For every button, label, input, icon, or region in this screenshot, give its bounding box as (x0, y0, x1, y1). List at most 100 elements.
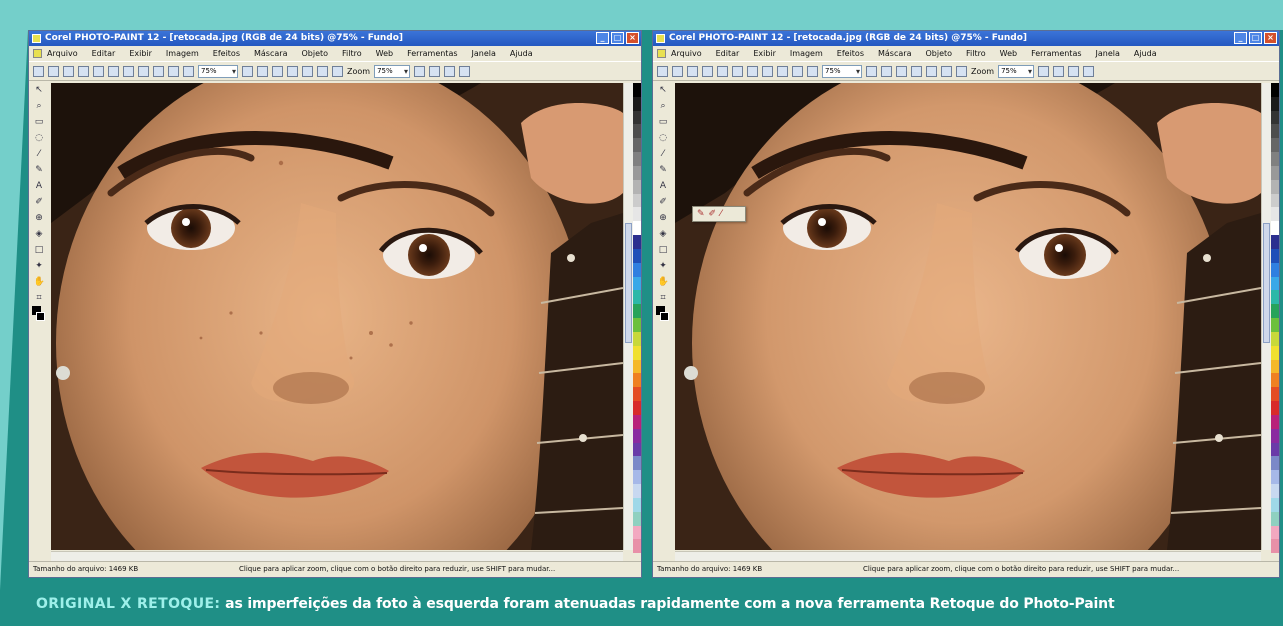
fill-icon[interactable] (332, 65, 343, 77)
grid-icon[interactable] (317, 65, 328, 77)
palette-swatch[interactable] (1271, 456, 1279, 471)
zoom-fit-icon[interactable] (444, 65, 456, 77)
maximize-icon[interactable]: □ (1249, 32, 1262, 44)
minimize-icon[interactable]: _ (596, 32, 609, 44)
menu-mascara[interactable]: Máscara (254, 46, 287, 61)
open-icon[interactable] (48, 65, 59, 77)
object-icon[interactable] (287, 65, 298, 77)
menu-imagem[interactable]: Imagem (166, 46, 199, 61)
palette-swatch[interactable] (1271, 387, 1279, 402)
color-swatches[interactable] (656, 306, 670, 326)
save-icon[interactable] (687, 65, 698, 77)
pick-tool-icon[interactable]: ↖ (658, 85, 669, 96)
smear-tool-icon[interactable]: ✎ (697, 208, 705, 220)
zoom-tool-icon[interactable]: ⌕ (34, 101, 45, 112)
palette-swatch[interactable] (1271, 525, 1279, 540)
effect-tool-icon[interactable]: ✦ (34, 261, 45, 272)
palette-swatch[interactable] (1271, 179, 1279, 194)
save-icon[interactable] (63, 65, 74, 77)
brush-tool-icon[interactable]: ✎ (34, 165, 45, 176)
menu-web[interactable]: Web (1000, 46, 1017, 61)
menu-arquivo[interactable]: Arquivo (671, 46, 702, 61)
zoom-out-icon[interactable] (1053, 65, 1065, 77)
menu-objeto[interactable]: Objeto (925, 46, 952, 61)
menu-efeitos[interactable]: Efeitos (213, 46, 240, 61)
palette-swatch[interactable] (633, 193, 641, 208)
maximize-icon[interactable]: □ (611, 32, 624, 44)
palette-swatch[interactable] (633, 525, 641, 540)
color-palette[interactable] (1271, 83, 1279, 554)
mask-tool-icon[interactable]: ▭ (34, 117, 45, 128)
palette-swatch[interactable] (633, 207, 641, 222)
hand-icon[interactable] (459, 65, 471, 77)
palette-swatch[interactable] (1271, 373, 1279, 388)
new-icon[interactable] (657, 65, 668, 77)
palette-swatch[interactable] (633, 221, 641, 236)
lens-icon[interactable] (302, 65, 313, 77)
palette-swatch[interactable] (633, 387, 641, 402)
text-tool-icon[interactable]: A (658, 181, 669, 192)
palette-swatch[interactable] (633, 124, 641, 139)
zoom-tool-icon[interactable]: ⌕ (658, 101, 669, 112)
palette-swatch[interactable] (1271, 331, 1279, 346)
menu-editar[interactable]: Editar (92, 46, 116, 61)
pick-tool-icon[interactable]: ↖ (34, 85, 45, 96)
zoom-combo[interactable]: 75% (822, 64, 862, 78)
background-color[interactable] (660, 312, 669, 321)
shape-tool-icon[interactable]: □ (658, 245, 669, 256)
palette-swatch[interactable] (633, 373, 641, 388)
text-tool-icon[interactable]: A (34, 181, 45, 192)
copy-icon[interactable] (732, 65, 743, 77)
fill-icon[interactable] (956, 65, 967, 77)
palette-swatch[interactable] (633, 318, 641, 332)
palette-swatch[interactable] (633, 235, 641, 249)
palette-swatch[interactable] (1271, 152, 1279, 166)
menu-filtro[interactable]: Filtro (966, 46, 986, 61)
palette-swatch[interactable] (633, 470, 641, 485)
fill-tool-icon[interactable]: ◈ (34, 229, 45, 240)
palette-swatch[interactable] (633, 511, 641, 526)
mask-tool-icon[interactable]: ▭ (658, 117, 669, 128)
zoom-100-icon[interactable] (242, 65, 253, 77)
palette-swatch[interactable] (633, 442, 641, 457)
clone-tool-icon[interactable]: ⊕ (34, 213, 45, 224)
palette-swatch[interactable] (1271, 248, 1279, 263)
zoom-out-icon[interactable] (429, 65, 441, 77)
redo-icon[interactable] (153, 65, 164, 77)
eyedropper-tool-icon[interactable]: ⁄ (34, 149, 45, 160)
palette-swatch[interactable] (633, 152, 641, 166)
palette-swatch[interactable] (1271, 262, 1279, 277)
palette-swatch[interactable] (1271, 414, 1279, 429)
background-color[interactable] (36, 312, 45, 321)
palette-swatch[interactable] (1271, 290, 1279, 305)
menu-arquivo[interactable]: Arquivo (47, 46, 78, 61)
palette-swatch[interactable] (1271, 318, 1279, 332)
palette-swatch[interactable] (633, 497, 641, 512)
clone-tool-icon[interactable]: ⊕ (658, 213, 669, 224)
palette-swatch[interactable] (633, 428, 641, 443)
print-icon[interactable] (78, 65, 89, 77)
palette-swatch[interactable] (633, 83, 641, 97)
palette-swatch[interactable] (1271, 442, 1279, 457)
menu-imagem[interactable]: Imagem (790, 46, 823, 61)
mask-icon[interactable] (272, 65, 283, 77)
palette-swatch[interactable] (633, 138, 641, 153)
palette-swatch[interactable] (1271, 235, 1279, 249)
mask-icon[interactable] (896, 65, 907, 77)
menu-janela[interactable]: Janela (1096, 46, 1120, 61)
palette-swatch[interactable] (633, 539, 641, 554)
touchup-tool-icon[interactable]: ✐ (658, 197, 669, 208)
palette-swatch[interactable] (633, 331, 641, 346)
hand-icon[interactable] (1083, 65, 1095, 77)
new-icon[interactable] (33, 65, 44, 77)
palette-swatch[interactable] (633, 179, 641, 194)
eyedropper-tool-icon[interactable]: ⁄ (658, 149, 669, 160)
color-swatches[interactable] (32, 306, 46, 326)
object-icon[interactable] (911, 65, 922, 77)
palette-swatch[interactable] (1271, 138, 1279, 153)
palette-swatch[interactable] (1271, 124, 1279, 139)
palette-swatch[interactable] (1271, 193, 1279, 208)
effect-tool-icon[interactable]: ✦ (658, 261, 669, 272)
palette-swatch[interactable] (1271, 470, 1279, 485)
crop-tool-icon[interactable]: ⌗ (34, 293, 45, 304)
